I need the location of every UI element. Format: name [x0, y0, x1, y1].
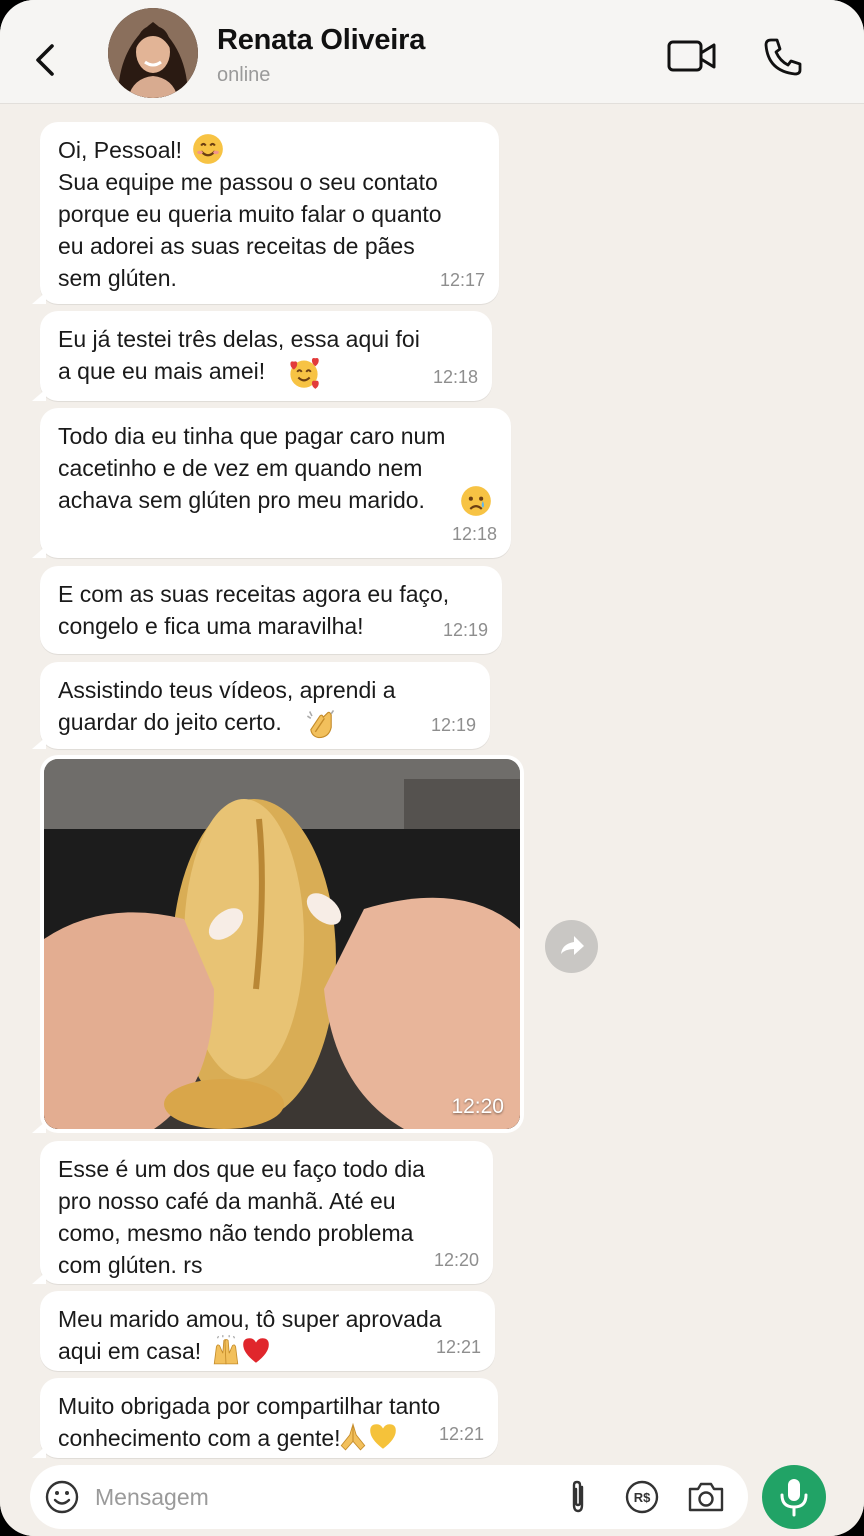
attachment-icon[interactable] [566, 1479, 590, 1515]
message-bubble[interactable]: Muito obrigada por compartilhar tanto co… [32, 1378, 498, 1458]
contact-name[interactable]: Renata Oliveira [217, 24, 425, 57]
yellow-heart-icon [370, 1424, 396, 1449]
message-time: 12:17 [439, 270, 485, 290]
avatar[interactable] [108, 8, 198, 98]
message-text: Todo dia eu tinha que pagar caro num cac… [58, 423, 446, 513]
message-input[interactable]: Mensagem R$ [30, 1465, 748, 1529]
message-time: 12:19 [430, 715, 476, 735]
payment-icon[interactable]: R$ [624, 1479, 660, 1515]
video-call-icon[interactable] [666, 36, 718, 76]
red-heart-icon [243, 1338, 269, 1363]
smiling-face-icon [193, 134, 223, 164]
smiling-face-with-hearts-icon [290, 357, 319, 389]
message-bubble[interactable]: E com as suas receitas agora eu faço, co… [40, 566, 502, 654]
message-time: 12:20 [451, 1095, 504, 1118]
message-time: 12:21 [438, 1424, 484, 1444]
bread-roll-image [44, 759, 520, 1129]
message-text: Oi, Pessoal! Sua equipe me passou o seu … [58, 137, 442, 291]
message-bubble[interactable]: Assistindo teus vídeos, aprendi a guarda… [32, 662, 490, 749]
message-time: 12:19 [442, 620, 488, 640]
chat-header: Renata Oliveira online [0, 0, 864, 104]
message-time: 12:21 [435, 1337, 481, 1357]
folded-hands-icon [340, 1422, 366, 1451]
crying-face-icon [461, 486, 491, 516]
message-bubble[interactable]: Meu marido amou, tô super aprovada aqui … [40, 1291, 495, 1371]
microphone-icon [780, 1479, 808, 1517]
message-text: Esse é um dos que eu faço todo dia pro n… [58, 1156, 425, 1278]
message-text: Assistindo teus vídeos, aprendi a guarda… [58, 677, 396, 735]
svg-text:R$: R$ [634, 1490, 651, 1505]
message-time: 12:18 [451, 524, 497, 544]
message-bubble[interactable]: Eu já testei três delas, essa aqui foi a… [32, 311, 492, 401]
forward-button[interactable] [545, 920, 598, 973]
emoji-icon[interactable] [44, 1479, 80, 1515]
camera-icon[interactable] [686, 1479, 726, 1515]
message-bubble[interactable]: Oi, Pessoal! Sua equipe me passou o seu … [32, 122, 499, 304]
raising-hands-icon [213, 1335, 239, 1365]
message-composer: Mensagem R$ [0, 1460, 864, 1536]
message-time: 12:18 [432, 367, 478, 387]
voice-record-button[interactable] [762, 1465, 826, 1529]
bread-photo[interactable]: 12:20 [44, 759, 520, 1129]
message-bubble[interactable]: Todo dia eu tinha que pagar caro num cac… [32, 408, 511, 558]
chat-screen: Renata Oliveira online Oi, Pessoal! Sua … [0, 0, 864, 1536]
forward-arrow-icon [561, 936, 584, 955]
contact-status: online [217, 64, 271, 86]
message-text: E com as suas receitas agora eu faço, co… [58, 581, 450, 639]
message-time: 12:20 [433, 1250, 479, 1270]
back-arrow-icon[interactable] [30, 40, 62, 80]
phone-call-icon[interactable] [762, 36, 804, 78]
clapping-hands-icon [306, 709, 335, 739]
message-list[interactable]: Oi, Pessoal! Sua equipe me passou o seu … [0, 105, 864, 1460]
message-bubble[interactable]: Esse é um dos que eu faço todo dia pro n… [32, 1141, 493, 1284]
input-placeholder: Mensagem [95, 1484, 209, 1510]
message-text: Eu já testei três delas, essa aqui foi a… [58, 326, 420, 384]
image-message[interactable]: 12:20 [32, 755, 524, 1133]
